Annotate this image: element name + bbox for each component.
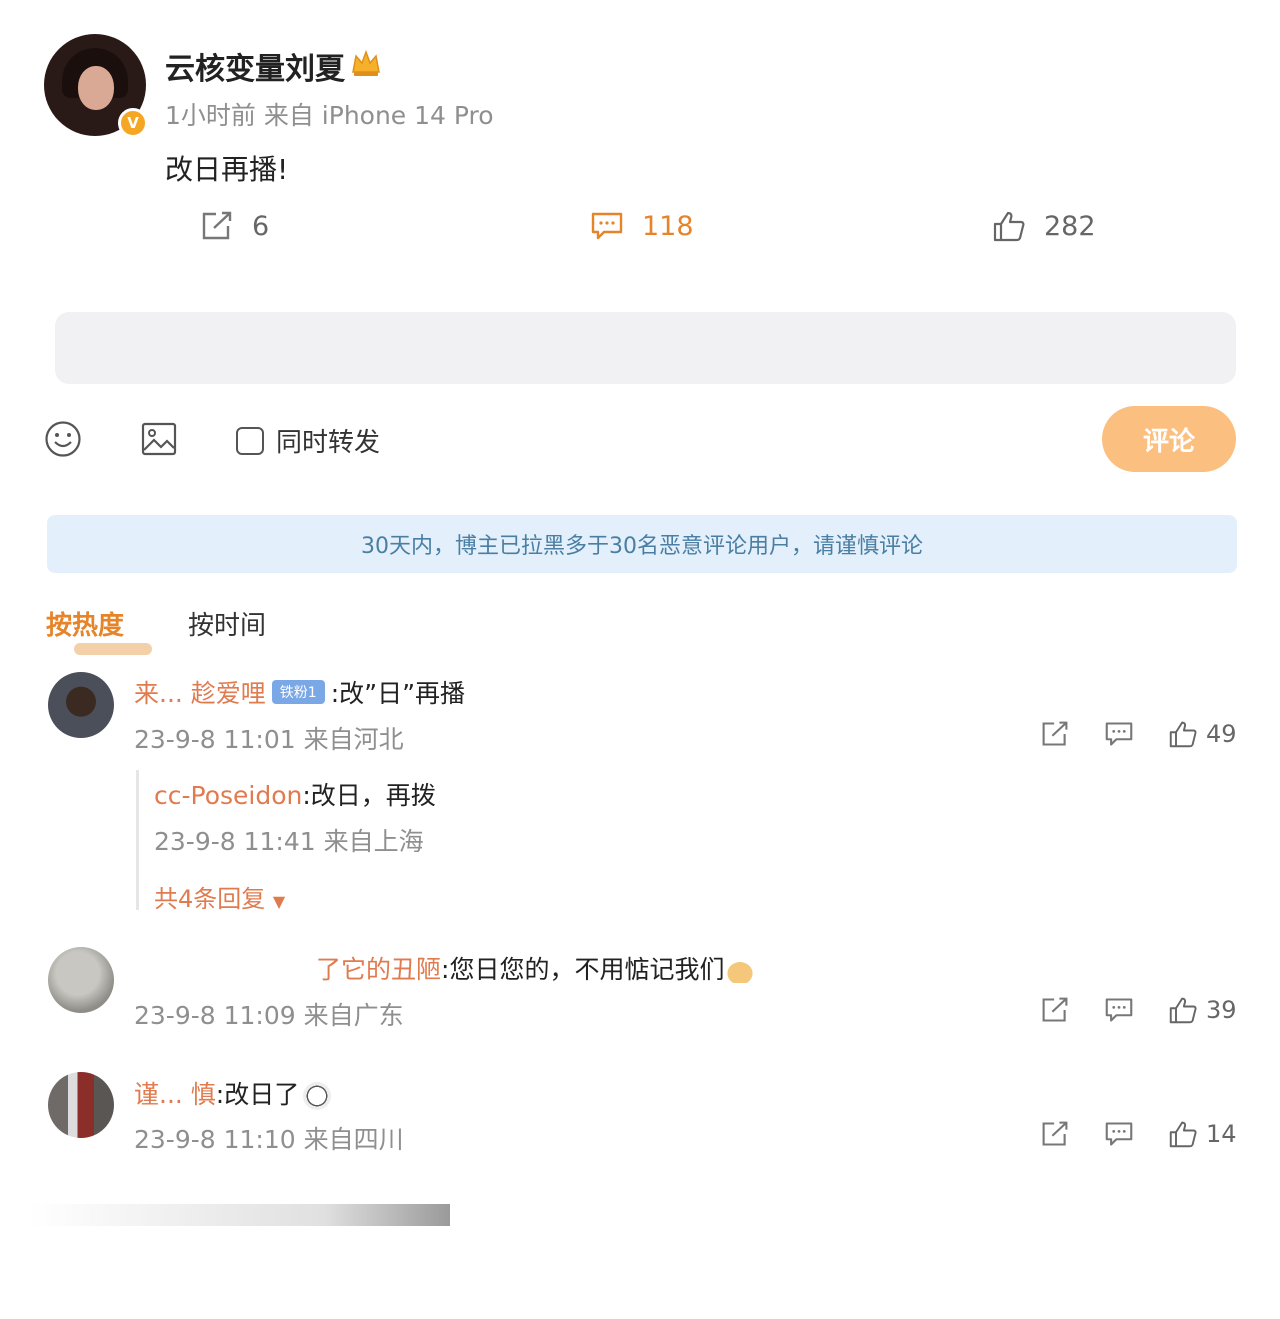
reply-icon[interactable] xyxy=(1104,720,1134,748)
like-count: 14 xyxy=(1206,1120,1237,1148)
image-icon[interactable] xyxy=(140,420,178,458)
repost-option-label: 同时转发 xyxy=(276,428,381,458)
comment-button[interactable]: 118 xyxy=(590,210,694,242)
fan-badge: 铁粉1 xyxy=(271,680,325,704)
commenter-avatar[interactable] xyxy=(48,672,114,738)
comment-line: 谨... 慎:改日了 xyxy=(134,1075,332,1111)
caret-down-icon: ▼ xyxy=(272,892,286,911)
reply-time: 23-9-8 11:41 来自上海 xyxy=(154,827,424,856)
like-button[interactable]: 49 xyxy=(1168,720,1237,748)
thumbs-up-icon xyxy=(1169,1121,1197,1148)
reply-text: :改日，再拨 xyxy=(302,781,436,810)
thumbs-up-icon xyxy=(1169,997,1197,1024)
comment-input[interactable] xyxy=(55,312,1236,384)
comment-icon xyxy=(591,212,623,240)
comment-actions: 39 xyxy=(1040,996,1237,1024)
checkbox[interactable] xyxy=(236,426,264,455)
comment-text: :改”日”再播 xyxy=(330,679,466,708)
active-tab-indicator xyxy=(74,643,152,655)
comment-count: 118 xyxy=(642,210,694,242)
laughing-face-icon xyxy=(303,1082,332,1110)
comment-time: 23-9-8 11:09 来自广东 xyxy=(134,1001,404,1030)
repost-icon[interactable] xyxy=(1040,1120,1070,1148)
repost-icon xyxy=(202,211,232,240)
more-replies-label: 共4条回复 xyxy=(154,885,266,913)
post-meta: 1小时前 来自 iPhone 14 Pro xyxy=(165,101,494,130)
like-count: 39 xyxy=(1206,996,1237,1024)
like-count: 282 xyxy=(1044,210,1096,242)
comment-text: :您日您的，不用惦记我们 xyxy=(441,955,725,984)
post-text: 改日再播! xyxy=(165,153,289,186)
comment-actions: 49 xyxy=(1040,720,1237,748)
repost-icon[interactable] xyxy=(1040,996,1070,1024)
commenter-name[interactable]: 谨... 慎 xyxy=(134,1080,216,1109)
like-count: 49 xyxy=(1206,720,1237,748)
comment-time: 23-9-8 11:10 来自四川 xyxy=(134,1125,404,1154)
tab-sort-hot[interactable]: 按热度 xyxy=(46,605,124,642)
submit-comment-button[interactable]: 评论 xyxy=(1102,406,1236,472)
repost-checkbox[interactable]: 同时转发 xyxy=(236,422,380,459)
notice-banner: 30天内，博主已拉黑多于30名恶意评论用户，请谨慎评论 xyxy=(47,515,1237,573)
repost-icon[interactable] xyxy=(1040,720,1070,748)
like-button[interactable]: 14 xyxy=(1168,1120,1237,1148)
thumbs-up-icon xyxy=(1169,721,1197,748)
verified-icon: V xyxy=(118,108,148,138)
like-button[interactable]: 282 xyxy=(992,210,1096,242)
comment-text: :改日了 xyxy=(215,1080,300,1109)
commenter-avatar[interactable] xyxy=(48,1072,114,1138)
reply-line: cc-Poseidon:改日，再拨 xyxy=(154,776,436,812)
tab-sort-time[interactable]: 按时间 xyxy=(188,605,266,642)
reply-icon[interactable] xyxy=(1104,996,1134,1024)
thumbs-up-icon xyxy=(993,211,1025,242)
repost-count: 6 xyxy=(252,210,270,242)
comment-actions: 14 xyxy=(1040,1120,1237,1148)
reply-author[interactable]: cc-Poseidon xyxy=(154,781,302,810)
comment-line: 来... 趁爱哩 铁粉1:改”日”再播 xyxy=(134,674,465,710)
author-name[interactable]: 云核变量刘夏 xyxy=(165,44,345,88)
more-replies-link[interactable]: 共4条回复 ▼ xyxy=(154,879,285,914)
commenter-name[interactable]: 来... 趁爱哩 xyxy=(134,679,266,708)
like-button[interactable]: 39 xyxy=(1168,996,1237,1024)
scroll-fade xyxy=(30,1204,450,1226)
commenter-avatar[interactable] xyxy=(48,947,114,1013)
crown-icon xyxy=(352,49,380,76)
reply-divider xyxy=(136,770,139,910)
reply-icon[interactable] xyxy=(1104,1120,1134,1148)
emoji-icon[interactable] xyxy=(44,420,82,458)
comment-time: 23-9-8 11:01 来自河北 xyxy=(134,725,404,754)
comment-line: 了它的丑陋:您日您的，不用惦记我们 xyxy=(316,950,757,986)
commenter-name[interactable]: 了它的丑陋 xyxy=(316,955,441,984)
pray-emoji-icon xyxy=(724,959,757,983)
repost-button[interactable]: 6 xyxy=(200,210,269,242)
